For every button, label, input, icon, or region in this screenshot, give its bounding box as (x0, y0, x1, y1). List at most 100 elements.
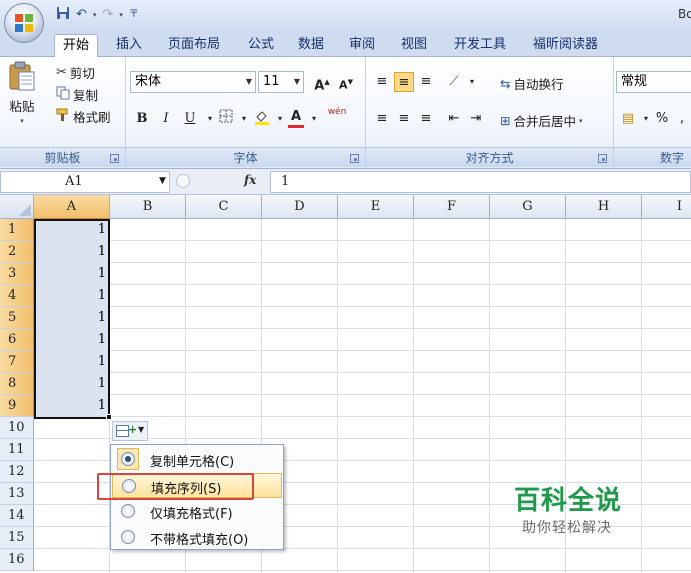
orientation-button[interactable]: ⟋ (444, 72, 464, 92)
save-icon[interactable] (56, 6, 70, 25)
increase-indent-button[interactable]: ⇥ (466, 109, 486, 129)
shrink-font-button[interactable]: A▼ (336, 72, 356, 92)
cell-a3[interactable]: 1 (34, 264, 108, 284)
clipboard-dialog-launcher-icon[interactable] (110, 154, 119, 163)
chevron-down-icon[interactable]: ▼ (159, 176, 166, 186)
font-size-select[interactable]: 11 ▼ (258, 71, 304, 93)
tab-page-layout[interactable]: 页面布局 (168, 34, 220, 57)
paste-button[interactable]: 粘贴 ▾ (8, 61, 36, 125)
row-header-12[interactable]: 12 (0, 461, 34, 483)
auto-fill-options-button[interactable]: + ▼ (112, 421, 148, 441)
row-header-8[interactable]: 8 (0, 373, 34, 395)
row-header-16[interactable]: 16 (0, 549, 34, 571)
column-header-f[interactable]: F (414, 195, 490, 219)
cell-a6[interactable]: 1 (34, 330, 108, 350)
accounting-format-button[interactable]: ▤ (618, 109, 638, 129)
row-header-14[interactable]: 14 (0, 505, 34, 527)
fill-handle[interactable] (106, 414, 112, 420)
tab-data[interactable]: 数据 (298, 34, 324, 57)
comma-style-button[interactable]: , (672, 109, 691, 129)
percent-style-button[interactable]: % (652, 109, 672, 129)
undo-dropdown-icon[interactable]: ▾ (93, 11, 97, 19)
cell-a7[interactable]: 1 (34, 352, 108, 372)
undo-icon[interactable]: ↶ (76, 7, 87, 23)
column-header-d[interactable]: D (262, 195, 338, 219)
cell-a9[interactable]: 1 (34, 396, 108, 416)
row-header-11[interactable]: 11 (0, 439, 34, 461)
redo-dropdown-icon[interactable]: ▾ (119, 11, 123, 19)
phonetic-guide-button[interactable]: wén (322, 107, 352, 127)
menu-item-copy-cells[interactable]: 复制单元格(C) (112, 447, 282, 472)
cell-a2[interactable]: 1 (34, 242, 108, 262)
align-center-button[interactable]: ≡ (394, 109, 414, 129)
menu-item-fill-formatting-only[interactable]: 仅填充格式(F) (112, 499, 282, 524)
row-header-9[interactable]: 9 (0, 395, 34, 417)
insert-function-button[interactable]: fx (244, 173, 256, 187)
grow-font-button[interactable]: A▲ (312, 72, 332, 93)
row-header-3[interactable]: 3 (0, 263, 34, 285)
align-right-button[interactable]: ≡ (416, 109, 436, 129)
tab-insert[interactable]: 插入 (116, 34, 142, 57)
cut-button[interactable]: ✂ 剪切 (56, 63, 95, 82)
row-header-4[interactable]: 4 (0, 285, 34, 307)
row-header-10[interactable]: 10 (0, 417, 34, 439)
tab-formulas[interactable]: 公式 (248, 34, 274, 57)
fill-color-button[interactable] (252, 109, 272, 129)
bold-button[interactable]: B (132, 109, 152, 129)
align-middle-button[interactable]: ≡ (394, 72, 414, 92)
align-left-button[interactable]: ≡ (372, 109, 392, 129)
column-header-i[interactable]: I (642, 195, 691, 219)
borders-button[interactable] (216, 109, 236, 129)
merge-center-button[interactable]: ⊞ 合并后居中 ▾ (500, 111, 583, 130)
shrink-font-icon: A (339, 78, 348, 92)
merge-center-dropdown-icon[interactable]: ▾ (579, 117, 583, 125)
italic-button[interactable]: I (156, 109, 176, 129)
alignment-dialog-launcher-icon[interactable] (598, 154, 607, 163)
menu-item-fill-without-formatting[interactable]: 不带格式填充(O) (112, 525, 282, 550)
copy-button[interactable]: 复制 (56, 85, 98, 104)
paste-dropdown-icon[interactable]: ▾ (20, 117, 24, 125)
borders-dropdown-icon[interactable]: ▾ (234, 109, 254, 129)
column-header-e[interactable]: E (338, 195, 414, 219)
row-header-13[interactable]: 13 (0, 483, 34, 505)
tab-review[interactable]: 审阅 (349, 34, 375, 57)
tab-developer[interactable]: 开发工具 (454, 34, 506, 57)
row-header-6[interactable]: 6 (0, 329, 34, 351)
column-header-b[interactable]: B (110, 195, 186, 219)
column-header-c[interactable]: C (186, 195, 262, 219)
cell-a5[interactable]: 1 (34, 308, 108, 328)
column-header-g[interactable]: G (490, 195, 566, 219)
row-header-5[interactable]: 5 (0, 307, 34, 329)
format-painter-button[interactable]: 格式刷 (56, 107, 111, 126)
customize-toolbar-icon[interactable]: 〒 (129, 7, 139, 23)
underline-button[interactable]: U (180, 109, 200, 129)
tab-view[interactable]: 视图 (401, 34, 427, 57)
row-header-1[interactable]: 1 (0, 219, 34, 241)
cell-a8[interactable]: 1 (34, 374, 108, 394)
align-bottom-button[interactable]: ≡ (416, 72, 436, 92)
cell-a1[interactable]: 1 (34, 220, 108, 240)
font-color-dropdown-icon[interactable]: ▾ (304, 109, 324, 129)
tab-foxit-reader[interactable]: 福昕阅读器 (533, 34, 598, 57)
font-dialog-launcher-icon[interactable] (350, 154, 359, 163)
select-all-button[interactable] (0, 195, 34, 219)
formula-input[interactable]: 1 (270, 171, 691, 193)
align-top-button[interactable]: ≡ (372, 72, 392, 92)
font-name-select[interactable]: 宋体 ▼ (130, 71, 256, 93)
name-box[interactable]: A1 ▼ (0, 171, 170, 193)
tab-home[interactable]: 开始 (54, 34, 99, 57)
quick-access-toolbar: ↶ ▾ ↷ ▾ 〒 (56, 6, 139, 24)
column-header-h[interactable]: H (566, 195, 642, 219)
font-color-button[interactable]: A (286, 107, 306, 128)
office-button[interactable] (4, 3, 44, 43)
decrease-indent-button[interactable]: ⇤ (444, 109, 464, 129)
row-header-7[interactable]: 7 (0, 351, 34, 373)
column-header-a[interactable]: A (34, 195, 110, 219)
orientation-dropdown-icon[interactable]: ▾ (462, 72, 482, 92)
row-header-15[interactable]: 15 (0, 527, 34, 549)
row-header-2[interactable]: 2 (0, 241, 34, 263)
redo-icon[interactable]: ↷ (102, 7, 113, 23)
number-format-select[interactable]: 常规 (616, 71, 691, 93)
cell-a4[interactable]: 1 (34, 286, 108, 306)
wrap-text-button[interactable]: ⇆ 自动换行 (500, 74, 564, 93)
